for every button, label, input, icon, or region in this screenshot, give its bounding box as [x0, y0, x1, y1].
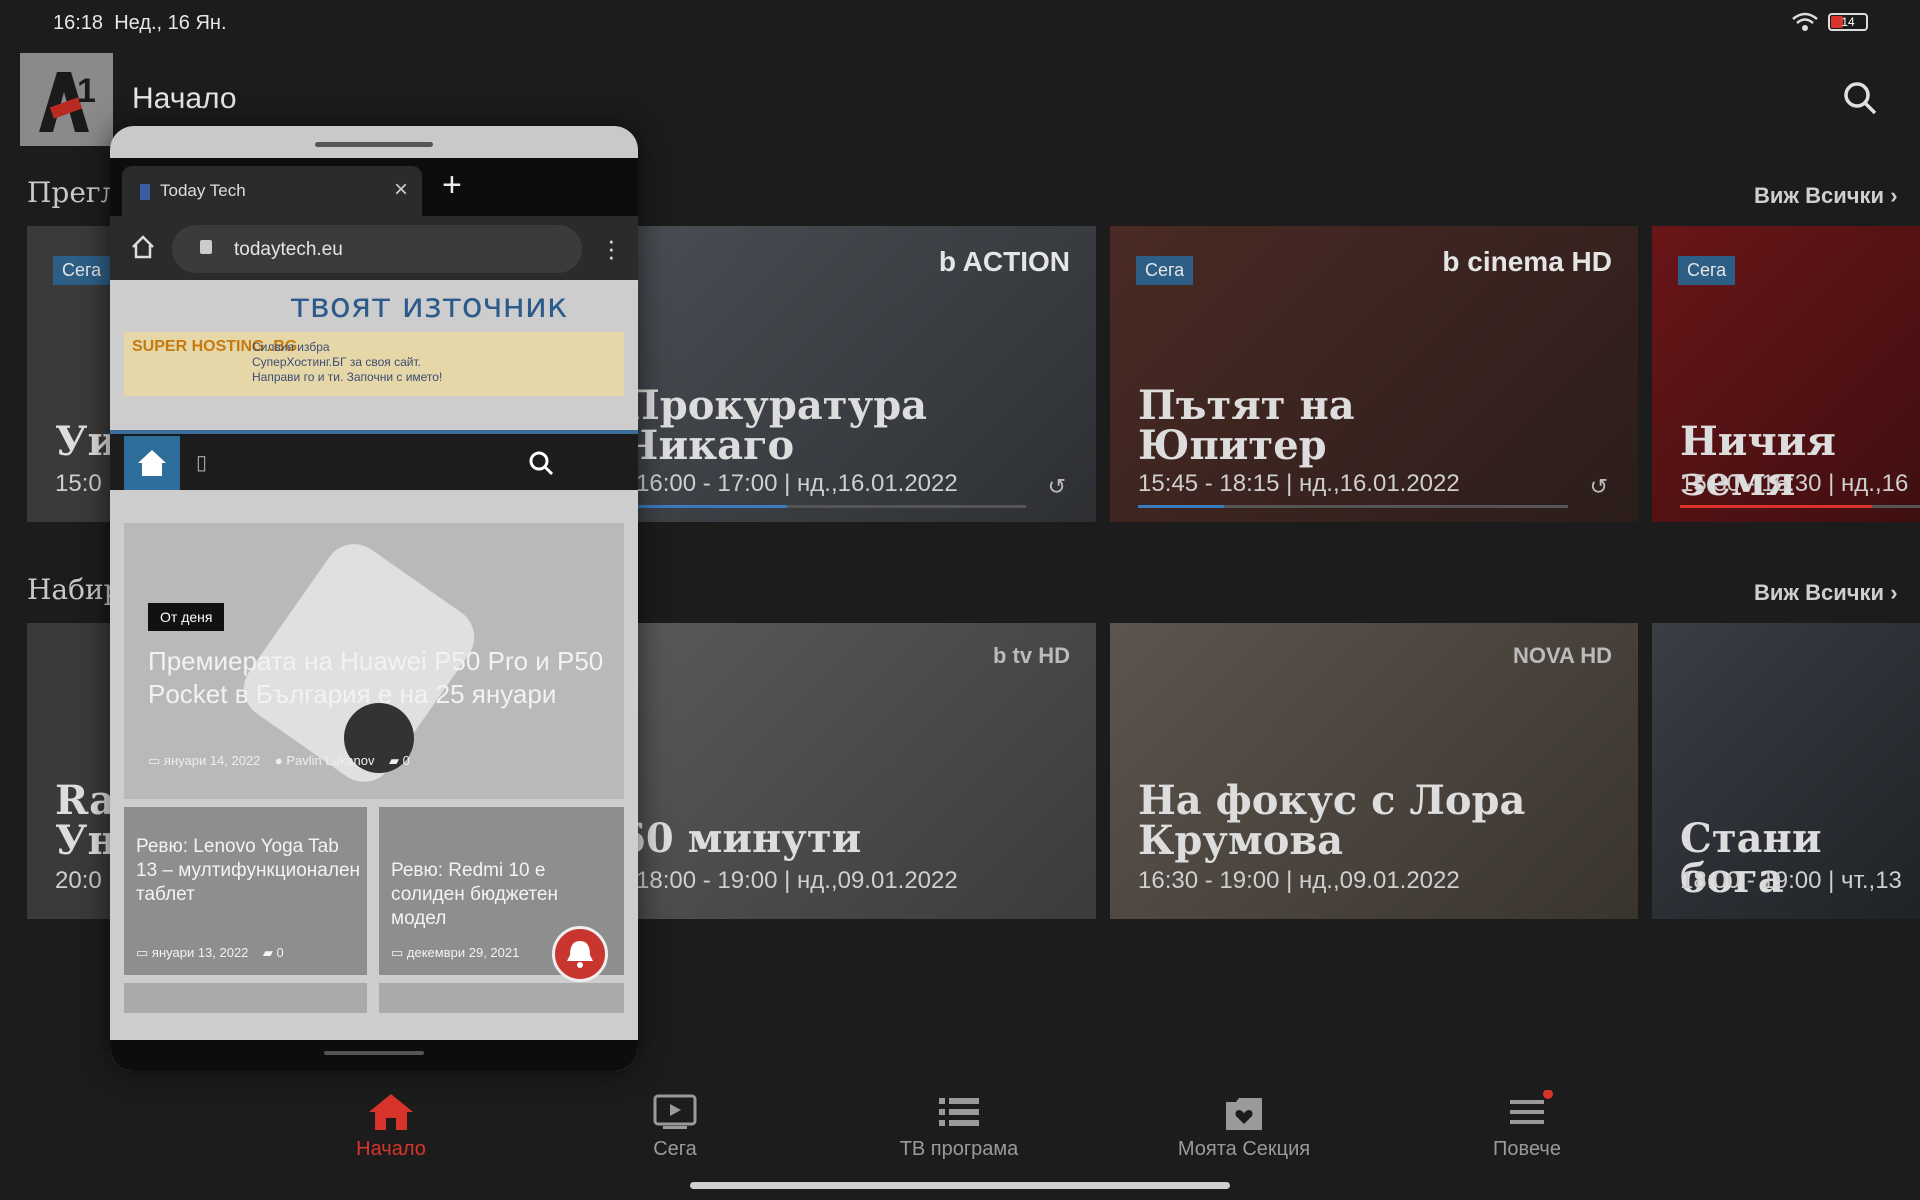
live-card[interactable]: Сега Уи 15:0 [27, 226, 117, 522]
vod-card[interactable]: b tv HD 60 минути 18:00 - 19:00 | нд.,09… [600, 623, 1096, 919]
program-time: 15:30 - 16:30 | нд.,16 [1680, 470, 1909, 497]
site-navbar: ▯ [110, 430, 638, 490]
featured-article[interactable]: От деня Премиерата на Huawei P50 Pro и P… [124, 523, 624, 799]
browser-tab-bar: Today Tech × + [110, 158, 638, 216]
logo-mark-icon: 1 [38, 71, 96, 132]
article-meta: ▭ януари 14, 2022 ● Pavlin Lukanov ▰ 0 [148, 753, 410, 768]
folder-heart-icon [1226, 1098, 1262, 1130]
channel-logo: b tv HD [993, 643, 1070, 668]
lock-icon [200, 240, 212, 254]
live-card[interactable]: Сега b cinema HD Пътят на Юпитер 15:45 -… [1110, 226, 1638, 522]
article-card[interactable] [124, 983, 367, 1013]
program-time: 15:0 [55, 470, 102, 497]
list-icon [939, 1098, 979, 1126]
nav-now[interactable]: Сега [575, 1090, 775, 1161]
status-bar: 16:18 Нед., 16 Ян. 14 [0, 0, 1920, 46]
article-card[interactable] [379, 983, 624, 1013]
ad-copy: Силвия избра СуперХостинг.БГ за своя сайт… [252, 340, 443, 384]
live-badge: Сега [53, 256, 111, 285]
site-search-icon[interactable] [528, 450, 554, 476]
new-tab-button[interactable]: + [442, 166, 462, 205]
program-title: На фокус с Лора Крумова [1138, 777, 1526, 864]
channel-logo: NOVA HD [1513, 643, 1612, 668]
live-badge: Сега [1136, 256, 1194, 285]
article-title: Ревю: Lenovo Yoga Tab 13 – мултифункцион… [136, 836, 361, 905]
replay-icon[interactable]: ↺ [1590, 474, 1608, 500]
status-time: 16:18 Нед., 16 Ян. [53, 12, 227, 34]
nav-my-section[interactable]: Моята Секция [1144, 1090, 1344, 1161]
site-tagline: твоят източник [290, 286, 568, 326]
replay-icon[interactable]: ↺ [1048, 474, 1066, 500]
window-drag-handle[interactable] [315, 142, 433, 147]
url-text: todaytech.eu [234, 239, 343, 260]
ad-banner[interactable]: SUPER HOSTING .BG Силвия избра СуперХости… [124, 332, 624, 396]
live-badge: Сега [1678, 256, 1736, 285]
progress-fill [1680, 505, 1872, 508]
web-content: твоят източник SUPER HOSTING .BG Силвия … [110, 280, 638, 1040]
floating-browser-window[interactable]: Today Tech × + todaytech.eu · · · твоят из… [110, 126, 638, 1071]
menu-icon [1510, 1090, 1553, 1124]
vod-card[interactable]: Ra Ун 20:0 [27, 623, 117, 919]
system-home-bar[interactable] [690, 1182, 1230, 1189]
article-card[interactable]: Ревю: Lenovo Yoga Tab 13 – мултифункцион… [124, 807, 367, 975]
program-time: 15:45 - 18:15 | нд.,16.01.2022 [1138, 470, 1460, 497]
home-icon [138, 450, 166, 476]
program-title: Уи [55, 418, 117, 465]
nav-home[interactable]: Начало [291, 1090, 491, 1161]
article-badge: От деня [148, 603, 225, 631]
close-tab-icon[interactable]: × [394, 176, 408, 204]
article-meta: ▭ януари 13, 2022 ▰ 0 [136, 945, 284, 960]
program-title: 60 минути [618, 815, 862, 862]
browser-tab[interactable]: Today Tech × [122, 166, 422, 216]
program-time: 18:00 - 19:00 | чт.,13 [1680, 867, 1902, 894]
tab-title: Today Tech [160, 181, 246, 200]
progress-bar [1680, 505, 1920, 508]
a1-logo[interactable]: 1 [20, 53, 113, 146]
section-title-vod: Набир [27, 573, 122, 606]
program-time: 20:0 [55, 867, 102, 894]
browser-menu-icon[interactable]: · · · [607, 227, 616, 269]
progress-fill [628, 505, 788, 508]
live-card[interactable]: b ACTION Прокуратура Чикаго 16:00 - 17:0… [600, 226, 1096, 522]
search-button[interactable] [1842, 80, 1878, 116]
nav-tv-guide[interactable]: ТВ програма [859, 1090, 1059, 1161]
tv-icon [653, 1094, 697, 1129]
program-time: 16:30 - 19:00 | нд.,09.01.2022 [1138, 867, 1460, 894]
vod-card[interactable]: Стани бога 18:00 - 19:00 | чт.,13 [1652, 623, 1920, 919]
program-title: Ra Ун [55, 777, 117, 864]
browser-home-icon[interactable] [130, 234, 156, 260]
site-home-button[interactable] [124, 436, 180, 490]
program-time: 18:00 - 19:00 | нд.,09.01.2022 [636, 867, 958, 894]
nav-more[interactable]: Повече [1427, 1090, 1627, 1161]
program-time: 16:00 - 17:00 | нд.,16.01.2022 [636, 470, 958, 497]
progress-bar [1138, 505, 1568, 508]
channel-logo: b cinema HD [1442, 246, 1612, 277]
notification-bell-button[interactable] [552, 926, 608, 982]
svg-text:1: 1 [77, 72, 96, 110]
wifi-icon [1792, 12, 1818, 31]
favicon-icon [140, 184, 150, 200]
article-meta: ▭ декември 29, 2021 [391, 945, 520, 960]
address-bar[interactable]: todaytech.eu [172, 225, 582, 273]
see-all-live-button[interactable]: Виж Всички › [1754, 183, 1898, 209]
progress-fill [1138, 505, 1224, 508]
live-card[interactable]: Сега Ничия земя 15:30 - 16:30 | нд.,16 [1652, 226, 1920, 522]
menu-toggle-icon[interactable]: ▯ [196, 450, 207, 475]
status-icons: 14 [1792, 12, 1868, 32]
see-all-vod-button[interactable]: Виж Всички › [1754, 580, 1898, 606]
vod-card[interactable]: NOVA HD На фокус с Лора Крумова 16:30 - … [1110, 623, 1638, 919]
program-title: Пътят на Юпитер [1138, 382, 1355, 469]
progress-bar [628, 505, 1026, 508]
window-gesture-bar [110, 1040, 638, 1071]
battery-icon: 14 [1828, 13, 1868, 31]
bell-icon [567, 941, 593, 968]
program-title: Прокуратура Чикаго [622, 382, 928, 469]
article-title: Ревю: Redmi 10 е солиден бюджетен модел [391, 860, 558, 929]
article-title[interactable]: Премиерата на Huawei P50 Pro и P50 Pocke… [148, 645, 608, 711]
home-icon [369, 1094, 413, 1130]
search-icon [1844, 82, 1877, 115]
browser-toolbar: todaytech.eu · · · [110, 216, 638, 280]
page-title: Начало [132, 82, 237, 115]
channel-logo: b ACTION [938, 246, 1070, 277]
